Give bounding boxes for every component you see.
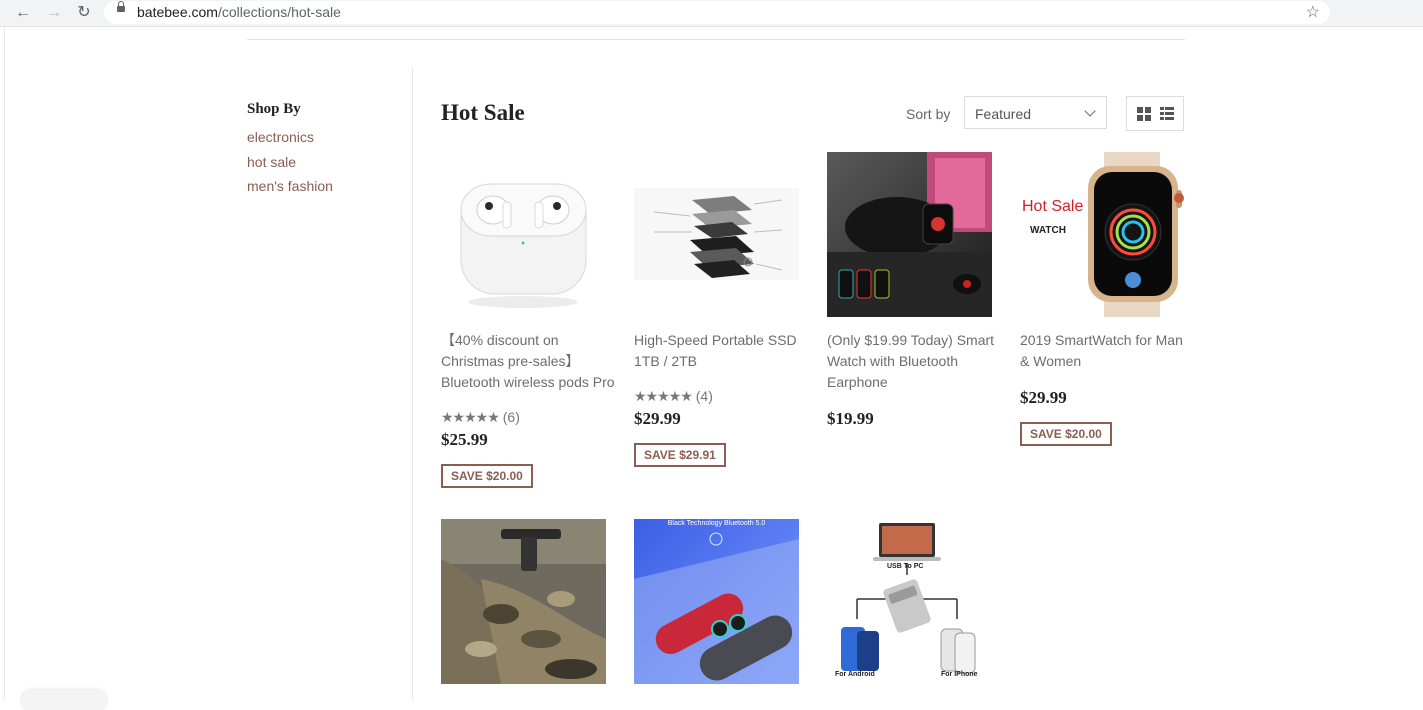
product-title[interactable]: 2019 SmartWatch for Man & Women [1020,330,1195,372]
floating-widget[interactable] [22,690,106,710]
product-image-ssd[interactable] [634,152,799,317]
image-for-android-text: For Android [835,671,875,678]
list-view-icon[interactable] [1160,107,1174,121]
image-for-iphone-text: For IPhone [941,671,978,678]
product-image-2019-smartwatch[interactable]: Hot Sale WATCH [1020,152,1185,317]
image-hot-sale-text: Hot Sale [1022,198,1084,215]
save-badge: SAVE $20.00 [1020,422,1112,446]
product-image-bt-earbuds-cylinder[interactable]: Black Technology Bluetooth 5.0 [634,519,799,684]
browser-toolbar: ← → ↻ batebee.com/collections/hot-sale ☆ [0,0,1423,27]
product-image-camo-pants[interactable] [441,519,606,684]
back-icon[interactable]: ← [13,3,33,23]
sort-select[interactable]: Featured [964,96,1107,129]
product-price: $29.99 [634,409,681,428]
product-price: $25.99 [441,430,488,449]
product-price: $29.99 [1020,388,1067,407]
lock-icon [117,1,125,12]
address-bar[interactable]: batebee.com/collections/hot-sale ☆ [104,1,1330,24]
sort-label: Sort by [906,106,951,122]
sidebar-link-electronics[interactable]: electronics [247,129,314,145]
image-usb-to-pc-text: USB To PC [887,563,924,570]
product-title[interactable]: High-Speed Portable SSD 1TB / 2TB [634,330,809,372]
bookmark-star-icon[interactable]: ☆ [1306,2,1320,22]
rating-stars: ★★★★★ (6) [441,409,520,425]
rating-stars: ★★★★★ (4) [634,388,713,404]
grid-view-icon[interactable] [1137,107,1151,121]
view-toggle [1126,96,1184,131]
sidebar-divider [412,68,413,699]
header-divider [247,39,1185,40]
product-image-earbuds[interactable] [441,152,606,317]
shop-by-heading: Shop By [247,101,301,117]
url-text[interactable]: batebee.com/collections/hot-sale [137,4,341,20]
chevron-down-icon [1084,105,1096,117]
forward-icon[interactable]: → [44,3,64,23]
sort-selected-value: Featured [975,106,1032,122]
save-badge: SAVE $20.00 [441,464,533,488]
reload-icon[interactable]: ↻ [74,3,94,23]
product-price: $19.99 [827,409,874,428]
product-title[interactable]: (Only $19.99 Today) Smart Watch with Blu… [827,330,1002,393]
sidebar-link-hot-sale[interactable]: hot sale [247,154,296,170]
image-banner-text: Black Technology Bluetooth 5.0 [667,520,766,527]
product-title[interactable]: 【40% discount on Christmas pre-sales】Blu… [441,330,616,393]
product-image-usb-flash[interactable]: USB To PC For Android For IPhone [827,519,992,684]
product-image-smartwatch-earphone[interactable] [827,152,992,317]
save-badge: SAVE $29.91 [634,443,726,467]
sidebar-link-mens-fashion[interactable]: men's fashion [247,178,333,194]
page-title: Hot Sale [441,100,525,125]
image-watch-text: WATCH [1030,225,1066,236]
